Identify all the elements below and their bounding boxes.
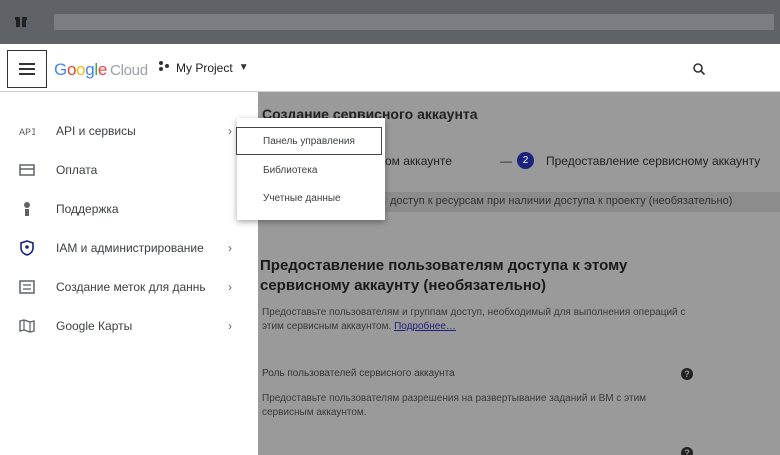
sidebar-item-billing[interactable]: Оплата [0,151,258,189]
submenu-item-credentials[interactable]: Учетные данные [237,184,385,212]
step-number-badge: 2 [517,152,534,169]
hamburger-icon [19,63,35,75]
banner-message [54,14,774,30]
support-icon [18,200,36,218]
submenu-item-library[interactable]: Библиотека [237,156,385,184]
search-icon[interactable] [692,62,706,76]
api-icon: API [18,122,36,140]
step-separator: — [500,154,512,168]
chevron-down-icon: ▼ [238,62,249,73]
section-title: Предоставление пользователям доступа к э… [260,257,628,294]
main-menu-button[interactable] [7,50,47,88]
submenu-item-dashboard[interactable]: Панель управления [236,127,382,155]
top-banner [0,0,780,44]
sidebar-item-support[interactable]: Поддержка [0,190,258,228]
api-services-submenu: Панель управления Библиотека Учетные дан… [236,118,385,220]
section-description: Предоставьте пользователям и группам дос… [262,307,686,332]
project-name: My Project [176,60,233,75]
chevron-right-icon: › [228,280,232,294]
chevron-right-icon: › [228,241,232,255]
sidebar-item-google-maps[interactable]: Google Карты › [0,307,258,345]
project-selector[interactable]: My Project ▼ [158,60,249,75]
user-role-field-hint: Предоставьте пользователям разрешения на… [262,393,647,418]
sidebar-item-api[interactable]: API API и сервисы › [0,112,258,150]
chevron-right-icon: › [228,319,232,333]
project-icon [158,60,170,75]
user-role-field-label: Роль пользователей сервисного аккаунта [262,368,455,379]
navigation-menu: API API и сервисы › Оплата Поддержка IAM… [0,92,258,455]
step-strip-label: доступ к ресурсам при наличии доступа к … [390,195,733,207]
help-icon[interactable]: ? [681,447,693,455]
svg-text:API: API [19,128,35,138]
cloud-wordmark: Cloud [110,62,148,79]
labeling-icon [18,278,36,296]
iam-shield-icon [18,239,36,257]
maps-icon [18,317,36,335]
sidebar-item-data-labeling[interactable]: Создание меток для данных › [0,268,258,306]
billing-icon [18,161,36,179]
learn-more-link[interactable]: Подробнее… [394,321,456,332]
app-header: Google Cloud My Project ▼ [0,44,780,92]
help-icon[interactable]: ? [681,368,693,380]
google-cloud-logo[interactable]: Google Cloud [54,60,148,80]
chevron-right-icon: › [228,124,232,138]
sidebar-item-iam[interactable]: IAM и администрирование › [0,229,258,267]
gift-icon [14,14,28,28]
step-2-label: Предоставление сервисному аккаунту [546,154,761,168]
